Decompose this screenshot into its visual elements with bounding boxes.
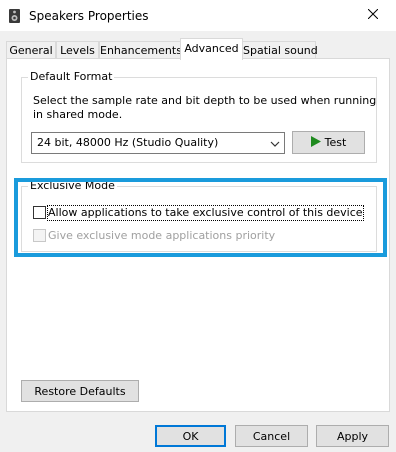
- sample-rate-select[interactable]: 24 bit, 48000 Hz (Studio Quality): [31, 132, 285, 154]
- tab-levels[interactable]: Levels: [56, 41, 99, 58]
- sample-rate-value: 24 bit, 48000 Hz (Studio Quality): [37, 136, 219, 149]
- window-title: Speakers Properties: [29, 9, 149, 23]
- apply-button-label: Apply: [336, 429, 369, 443]
- default-format-description-line2: in shared mode.: [33, 108, 123, 121]
- ok-button[interactable]: OK: [155, 425, 226, 447]
- test-button[interactable]: Test: [292, 131, 365, 154]
- tab-enhancements[interactable]: Enhancements: [99, 41, 182, 58]
- tab-general[interactable]: General: [6, 41, 56, 58]
- chevron-down-icon: [270, 138, 280, 151]
- cancel-button-label: Cancel: [252, 429, 291, 443]
- title-bar: Speakers Properties: [0, 0, 396, 31]
- cancel-button[interactable]: Cancel: [235, 425, 308, 447]
- default-format-label: Default Format: [28, 70, 115, 84]
- close-button[interactable]: [350, 0, 396, 31]
- tab-spatial-sound[interactable]: Spatial sound: [242, 41, 318, 58]
- default-format-description-line1: Select the sample rate and bit depth to …: [33, 94, 377, 107]
- speaker-icon: [8, 8, 22, 24]
- apply-button[interactable]: Apply: [316, 425, 389, 447]
- tab-advanced[interactable]: Advanced: [180, 38, 243, 60]
- play-icon: [310, 136, 321, 150]
- close-icon: [367, 8, 379, 22]
- restore-defaults-label: Restore Defaults: [34, 384, 126, 398]
- restore-defaults-button[interactable]: Restore Defaults: [21, 380, 139, 402]
- exclusive-mode-highlight: [14, 178, 387, 257]
- test-button-label: Test: [324, 136, 347, 149]
- ok-button-label: OK: [182, 429, 199, 443]
